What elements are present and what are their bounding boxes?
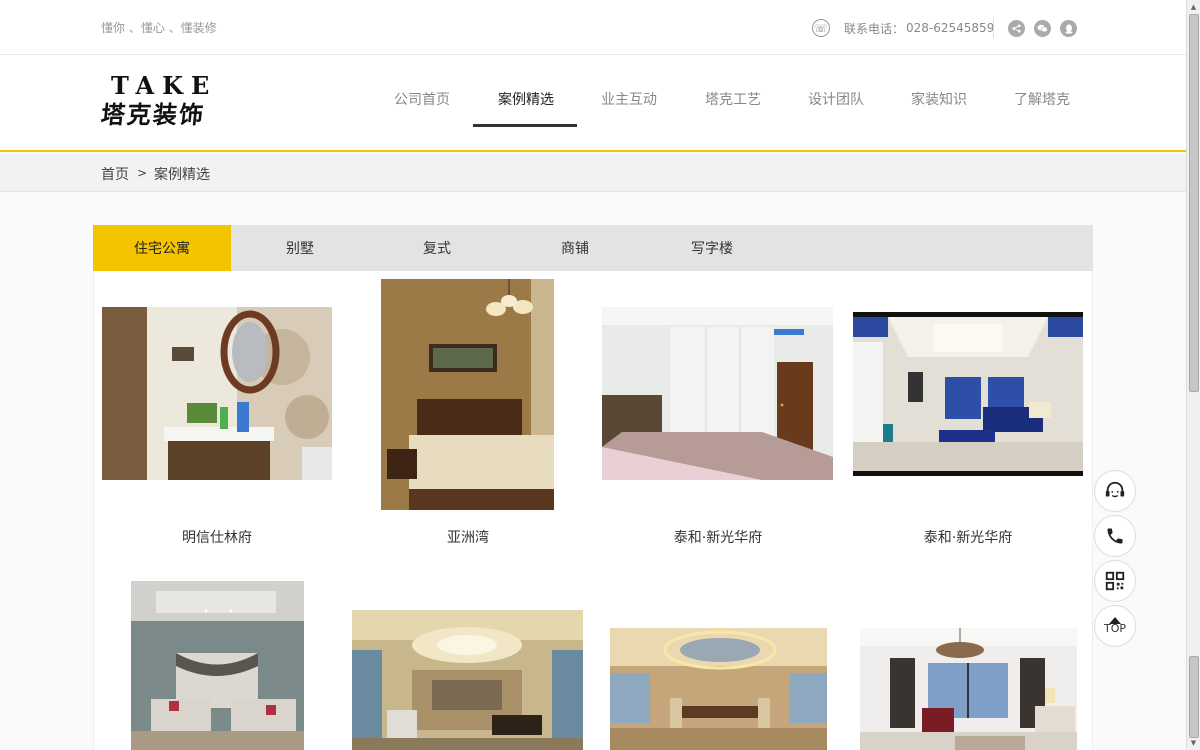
share-icon[interactable]: [1008, 20, 1025, 37]
case-title[interactable]: 明信仕林府: [102, 527, 332, 547]
case-title[interactable]: 亚洲湾: [353, 527, 583, 547]
case-image-empty-bedroom[interactable]: [602, 307, 833, 480]
tab-duplex[interactable]: 复式: [368, 225, 506, 271]
logo-cn: 塔克装饰: [99, 100, 207, 129]
page-scrollbar[interactable]: ▲ ▼: [1186, 0, 1200, 750]
nav-about[interactable]: 了解塔克: [1014, 89, 1070, 109]
breadcrumb-home[interactable]: 首页: [101, 164, 129, 184]
category-tabs: 住宅公寓 别墅 复式 商铺 写字楼: [93, 225, 1093, 271]
top-bar: 懂你 、懂心 、懂装修 ☏ 联系电话： 028-62545859: [0, 0, 1186, 55]
phone-icon: ☏: [812, 19, 830, 37]
qrcode-icon: [1105, 571, 1125, 591]
case-title[interactable]: 泰和·新光华府: [603, 527, 833, 547]
back-to-top-button[interactable]: TOP: [1094, 605, 1136, 647]
company-logo[interactable]: TAKE 塔克装饰: [99, 71, 218, 135]
wechat-icon[interactable]: [1034, 20, 1051, 37]
scroll-down-arrow-icon[interactable]: ▼: [1187, 736, 1200, 750]
contact-phone: ☏ 联系电话： 028-62545859: [812, 18, 994, 38]
logo-en: TAKE: [111, 71, 218, 100]
case-image-villa-hall[interactable]: [352, 610, 583, 750]
slogan: 懂你 、懂心 、懂装修: [101, 21, 217, 35]
scroll-thumb[interactable]: [1189, 14, 1199, 392]
breadcrumb-current: 案例精选: [154, 167, 210, 183]
case-image-bedroom[interactable]: [381, 279, 554, 510]
nav-cases[interactable]: 案例精选: [498, 89, 554, 109]
scroll-thumb-secondary[interactable]: [1189, 656, 1199, 738]
tab-residential[interactable]: 住宅公寓: [93, 225, 231, 271]
nav-design-team[interactable]: 设计团队: [808, 89, 864, 109]
nav-craft[interactable]: 塔克工艺: [705, 89, 761, 109]
nav-active-underline: [473, 124, 577, 127]
case-image-bathroom[interactable]: [102, 307, 332, 480]
customer-service-icon: [1105, 481, 1125, 498]
breadcrumb: 首页 > 案例精选: [0, 154, 1186, 192]
divider: [993, 18, 994, 38]
nav-home[interactable]: 公司首页: [394, 89, 450, 109]
case-image-lounge[interactable]: [860, 628, 1077, 750]
phone-label: 联系电话：: [844, 21, 905, 36]
tab-shop[interactable]: 商铺: [506, 225, 644, 271]
phone-button[interactable]: [1094, 515, 1136, 557]
case-image-living-room[interactable]: [853, 312, 1083, 476]
tab-office[interactable]: 写字楼: [643, 225, 781, 271]
main-header: TAKE 塔克装饰 公司首页 案例精选 业主互动 塔克工艺 设计团队 家装知识 …: [0, 55, 1186, 152]
top-label: TOP: [1103, 622, 1126, 635]
case-title[interactable]: 泰和·新光华府: [853, 527, 1083, 547]
qrcode-button[interactable]: [1094, 560, 1136, 602]
online-service-button[interactable]: [1094, 470, 1136, 512]
case-image-dining-room[interactable]: [610, 628, 827, 750]
phone-icon: [1107, 528, 1123, 544]
scroll-up-arrow-icon[interactable]: ▲: [1187, 0, 1200, 14]
nav-owner-interaction[interactable]: 业主互动: [601, 89, 657, 109]
tab-villa[interactable]: 别墅: [231, 225, 369, 271]
breadcrumb-separator: >: [137, 166, 148, 180]
qq-icon[interactable]: [1060, 20, 1077, 37]
case-image-sitting-room[interactable]: [131, 581, 304, 750]
nav-knowledge[interactable]: 家装知识: [911, 89, 967, 109]
phone-number: 028-62545859: [906, 21, 995, 35]
